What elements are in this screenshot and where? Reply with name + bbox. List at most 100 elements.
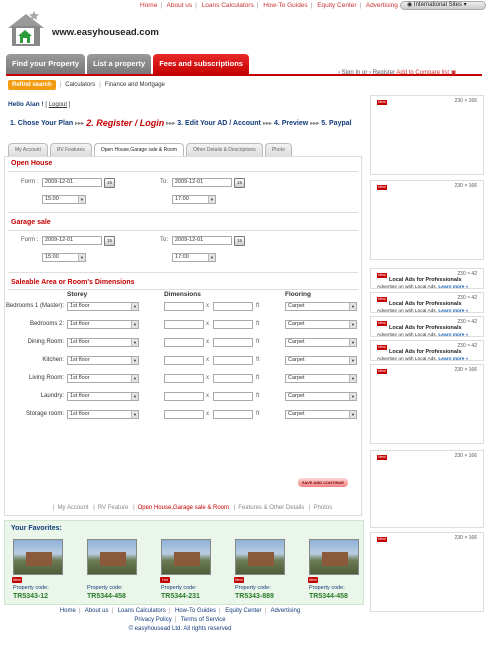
favorite-item[interactable]: Hot Property code: TR5344-231	[157, 537, 215, 603]
top-link-home[interactable]: Home	[140, 2, 157, 9]
register-link[interactable]: Register	[373, 70, 395, 76]
footer-link-about[interactable]: About us	[85, 608, 109, 614]
flooring-select[interactable]: Carpet ▼	[285, 410, 357, 419]
logout-link[interactable]: Logout	[49, 102, 67, 108]
tab-rv-features[interactable]: RV Features	[49, 143, 92, 156]
calendar-icon[interactable]: 15	[104, 236, 115, 246]
dimension-length-input[interactable]	[213, 356, 253, 365]
save-continue-button[interactable]: SAVE AND CONTINUE	[298, 478, 348, 487]
top-link-advertising[interactable]: Advertising	[366, 2, 398, 9]
open-house-to-date[interactable]: 2009-12-01	[172, 178, 232, 187]
garage-sale-to-time[interactable]: 17:00 ▼	[172, 253, 216, 262]
top-link-equity[interactable]: Equity Center	[317, 2, 356, 9]
open-house-from-date[interactable]: 2009-12-01	[42, 178, 102, 187]
sign-in-link[interactable]: Sign In	[342, 70, 361, 76]
dimension-width-input[interactable]	[164, 392, 204, 401]
learn-more-link[interactable]: Learn more »	[438, 285, 468, 290]
dimension-length-input[interactable]	[213, 410, 253, 419]
ad-local-pro[interactable]: 230 × 42 New! Local Ads for Professionals A…	[370, 268, 484, 290]
storey-select[interactable]: 1st floor ▼	[67, 356, 139, 365]
bottom-tab-rv-feature[interactable]: RV Feature	[98, 505, 129, 511]
garage-sale-from-time[interactable]: 15:00 ▼	[42, 253, 86, 262]
tab-my-account[interactable]: My Account	[8, 143, 48, 156]
dimension-length-input[interactable]	[213, 392, 253, 401]
dimension-width-input[interactable]	[164, 302, 204, 311]
favorite-item[interactable]: New! Property code: TR5343-12	[9, 537, 67, 603]
ad-local-pro[interactable]: 230 × 42 New! Local Ads for Professionals A…	[370, 292, 484, 314]
property-code[interactable]: TR5343-12	[13, 593, 48, 600]
bottom-tab-open-house[interactable]: Open House,Garage sale & Room	[138, 505, 229, 511]
footer-link-privacy[interactable]: Privacy Policy	[134, 617, 171, 623]
footer-link-loans[interactable]: Loans Calculators	[118, 608, 166, 614]
calendar-icon[interactable]: 15	[234, 236, 245, 246]
storey-select[interactable]: 1st floor ▼	[67, 374, 139, 383]
dimension-width-input[interactable]	[164, 410, 204, 419]
dimension-length-input[interactable]	[213, 338, 253, 347]
tab-list-property[interactable]: List a property	[87, 54, 152, 75]
refind-search-button[interactable]: Refind search	[8, 80, 56, 90]
dimension-length-input[interactable]	[213, 302, 253, 311]
tab-find-property[interactable]: Find your Property	[6, 54, 86, 75]
flooring-select[interactable]: Carpet ▼	[285, 392, 357, 401]
property-photo[interactable]	[309, 539, 359, 575]
open-house-from-time[interactable]: 15:00 ▼	[42, 195, 86, 204]
calculators-link[interactable]: Calculators	[65, 82, 95, 88]
open-house-to-time[interactable]: 17:00 ▼	[172, 195, 216, 204]
ad-banner[interactable]: 230 × 166 New!	[370, 450, 484, 528]
flooring-select[interactable]: Carpet ▼	[285, 356, 357, 365]
tab-other-details[interactable]: Other Details & Descriptions	[186, 143, 263, 156]
flooring-select[interactable]: Carpet ▼	[285, 320, 357, 329]
footer-link-terms[interactable]: Terms of Service	[181, 617, 226, 623]
tab-open-house[interactable]: Open House,Garage sale & Room	[93, 143, 184, 157]
storey-select[interactable]: 1st floor ▼	[67, 302, 139, 311]
top-link-about[interactable]: About us	[167, 2, 193, 9]
dimension-length-input[interactable]	[213, 374, 253, 383]
garage-sale-from-date[interactable]: 2009-12-01	[42, 236, 102, 245]
ad-banner[interactable]: 230 × 166 New!	[370, 364, 484, 444]
learn-more-link[interactable]: Learn more »	[438, 333, 468, 338]
ad-banner[interactable]: 230 × 166 New!	[370, 532, 484, 612]
dimension-length-input[interactable]	[213, 320, 253, 329]
ad-local-pro[interactable]: 230 × 42 New! Local Ads for Professionals A…	[370, 340, 484, 362]
calendar-icon[interactable]: 15	[234, 178, 245, 188]
learn-more-link[interactable]: Learn more »	[438, 309, 468, 314]
property-photo[interactable]	[235, 539, 285, 575]
ad-local-pro[interactable]: 230 × 42 New! Local Ads for Professionals A…	[370, 316, 484, 338]
brand-name[interactable]: www.easyhousead.com	[52, 27, 159, 38]
storey-select[interactable]: 1st floor ▼	[67, 392, 139, 401]
garage-sale-to-date[interactable]: 2009-12-01	[172, 236, 232, 245]
footer-link-guides[interactable]: How-To Guides	[175, 608, 216, 614]
top-link-loans[interactable]: Loans Calculators	[202, 2, 254, 9]
property-code[interactable]: TR5343-889	[235, 593, 274, 600]
property-code[interactable]: TR5344-458	[87, 593, 126, 600]
bottom-tab-photos[interactable]: Photos	[314, 505, 333, 511]
footer-link-equity[interactable]: Equity Center	[225, 608, 261, 614]
logo-icon[interactable]	[4, 8, 48, 50]
storey-select[interactable]: 1st floor ▼	[67, 320, 139, 329]
property-photo[interactable]	[161, 539, 211, 575]
dimension-width-input[interactable]	[164, 374, 204, 383]
learn-more-link[interactable]: Learn more »	[438, 357, 468, 362]
favorite-item[interactable]: New! Property code: TR5343-889	[231, 537, 289, 603]
favorite-item[interactable]: Property code: TR5344-458	[83, 537, 141, 603]
favorite-item[interactable]: New! Property code: TR5344-458	[305, 537, 363, 603]
property-code[interactable]: TR5344-458	[309, 593, 348, 600]
tab-photo[interactable]: Photo	[264, 143, 292, 156]
flooring-select[interactable]: Carpet ▼	[285, 374, 357, 383]
storey-select[interactable]: 1st floor ▼	[67, 410, 139, 419]
calendar-icon[interactable]: 15	[104, 178, 115, 188]
property-photo[interactable]	[13, 539, 63, 575]
ad-banner[interactable]: 230 × 166 New!	[370, 95, 484, 175]
storey-select[interactable]: 1st floor ▼	[67, 338, 139, 347]
dimension-width-input[interactable]	[164, 320, 204, 329]
top-link-guides[interactable]: How-To Guides	[263, 2, 307, 9]
tab-fees-subscriptions[interactable]: Fees and subscriptions	[153, 54, 249, 75]
property-photo[interactable]	[87, 539, 137, 575]
dimension-width-input[interactable]	[164, 356, 204, 365]
bottom-tab-my-account[interactable]: My Account	[58, 505, 89, 511]
dimension-width-input[interactable]	[164, 338, 204, 347]
flooring-select[interactable]: Carpet ▼	[285, 338, 357, 347]
finance-link[interactable]: Finance and Mortgage	[105, 82, 165, 88]
property-code[interactable]: TR5344-231	[161, 593, 200, 600]
bottom-tab-features[interactable]: Features & Other Details	[238, 505, 304, 511]
